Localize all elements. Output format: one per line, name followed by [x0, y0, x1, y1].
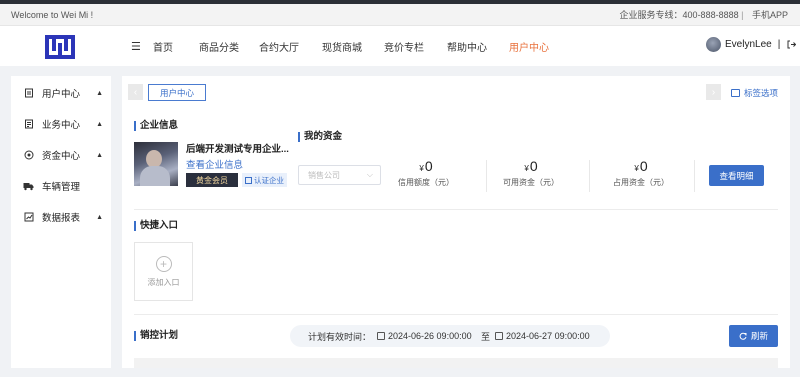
view-details-button[interactable]: 查看明细	[709, 165, 764, 186]
sidebar-item-business-center[interactable]: 业务中心 ▲	[23, 117, 103, 131]
available-funds-label: 可用资金（元）	[503, 178, 559, 187]
nav-item-home[interactable]: 首页	[153, 39, 199, 54]
company-info-title: 企业信息	[134, 121, 178, 131]
brand-logo[interactable]	[44, 34, 76, 60]
tab-prev-button[interactable]: ‹	[128, 84, 143, 100]
credit-limit-value: 0	[424, 158, 433, 174]
nav-item-bidding[interactable]: 竞价专栏	[384, 39, 447, 54]
sales-company-placeholder: 销售公司	[308, 170, 340, 180]
table-header-strip	[134, 358, 778, 368]
main-content: ‹ 用户中心 › 标签选项 企业信息 后端开发测试专用企业... 查看企业信息 …	[122, 76, 790, 368]
top-info-bar: Welcome to Wei Mi ! 企业服务专线：400-888-8888 …	[0, 4, 800, 26]
chevron-down-icon: ⌵	[366, 170, 373, 179]
mobile-app-link[interactable]: 手机APP	[752, 10, 788, 20]
tab-user-center[interactable]: 用户中心	[148, 84, 206, 101]
credit-limit: ¥0 信用额度（元）	[386, 158, 466, 188]
nav-item-contract-hall[interactable]: 合约大厅	[259, 39, 322, 54]
quick-access-title: 快捷入口	[134, 221, 178, 231]
sidebar-item-funds-center[interactable]: 资金中心 ▲	[23, 148, 103, 162]
service-hotline: 企业服务专线：400-888-8888	[619, 10, 739, 20]
business-icon	[23, 119, 34, 130]
main-navbar: ☰ 首页 商品分类 合约大厅 现货商城 竞价专栏 帮助中心 用户中心 Evely…	[0, 26, 800, 66]
occupied-funds-label: 占用资金（元）	[613, 178, 669, 187]
nav-item-spot-mall[interactable]: 现货商城	[322, 39, 384, 54]
avatar[interactable]	[706, 37, 721, 52]
chart-icon	[23, 212, 34, 223]
sidebar-item-data-reports[interactable]: 数据报表 ▲	[23, 210, 103, 224]
nav-item-help[interactable]: 帮助中心	[447, 39, 509, 54]
company-name: 后端开发测试专用企业...	[186, 144, 289, 155]
tab-options-button[interactable]: 标签选项	[730, 87, 778, 99]
end-date-picker[interactable]: 2024-06-27 09:00:00	[495, 331, 596, 341]
plus-icon: +	[155, 255, 172, 272]
certified-badge: 认证企业	[242, 173, 287, 187]
sidebar: 用户中心 ▲ 业务中心 ▲ 资金中心 ▲ 车辆管理 数据报表 ▲	[11, 76, 111, 368]
divider	[486, 160, 487, 192]
add-shortcut-label: 添加入口	[147, 277, 180, 287]
view-company-info-link[interactable]: 查看企业信息	[186, 157, 243, 171]
start-date-value[interactable]: 2024-06-26 09:00:00	[388, 331, 478, 341]
menu-icon[interactable]: ☰	[131, 40, 141, 53]
occupied-funds-value: 0	[639, 158, 648, 174]
nav-menu: 首页 商品分类 合约大厅 现货商城 竞价专栏 帮助中心 用户中心	[153, 39, 549, 54]
username[interactable]: EvelynLee	[725, 39, 772, 50]
sales-plan-title: 销控计划	[134, 331, 178, 341]
chevron-up-icon[interactable]: ▲	[96, 121, 103, 128]
tab-next-button[interactable]: ›	[706, 84, 721, 100]
tab-bar: ‹ 用户中心 › 标签选项	[128, 84, 778, 102]
truck-icon	[23, 181, 34, 192]
refresh-button[interactable]: 刷新	[729, 325, 778, 347]
user-separator: |	[777, 39, 781, 50]
currency-symbol: ¥	[634, 164, 639, 173]
credit-limit-label: 信用额度（元）	[398, 178, 454, 187]
sidebar-item-label: 业务中心	[42, 120, 81, 131]
company-image	[134, 142, 178, 186]
period-to-label: 至	[481, 331, 491, 342]
add-shortcut-button[interactable]: + 添加入口	[134, 242, 193, 301]
my-funds-title: 我的资金	[298, 132, 342, 142]
user-menu[interactable]: EvelynLee |	[706, 37, 797, 52]
nav-item-categories[interactable]: 商品分类	[199, 39, 259, 54]
sidebar-item-label: 用户中心	[42, 89, 81, 100]
calendar-icon	[377, 332, 386, 340]
divider	[589, 160, 590, 192]
divider	[694, 160, 695, 192]
sales-company-select[interactable]: 销售公司 ⌵	[298, 165, 381, 185]
tab-options-label: 标签选项	[743, 88, 778, 98]
currency-symbol: ¥	[419, 164, 424, 173]
available-funds: ¥0 可用资金（元）	[491, 158, 571, 188]
sidebar-item-vehicle-management[interactable]: 车辆管理	[23, 179, 103, 193]
section-divider	[134, 209, 778, 210]
occupied-funds: ¥0 占用资金（元）	[601, 158, 681, 188]
sidebar-item-user-center[interactable]: 用户中心 ▲	[23, 86, 103, 100]
gold-member-badge: 黄金会员	[186, 173, 238, 187]
funds-icon	[23, 150, 34, 161]
chevron-up-icon[interactable]: ▲	[96, 90, 103, 97]
logout-icon[interactable]	[787, 40, 797, 49]
user-doc-icon	[23, 88, 34, 99]
welcome-text: Welcome to Wei Mi !	[11, 9, 94, 20]
currency-symbol: ¥	[524, 164, 529, 173]
section-divider	[134, 314, 778, 315]
available-funds-value: 0	[529, 158, 538, 174]
sidebar-item-label: 数据报表	[42, 213, 81, 224]
tab-options-icon	[730, 89, 740, 97]
certified-label: 认证企业	[254, 175, 284, 185]
topbar-separator: |	[741, 10, 744, 20]
topbar-right: 企业服务专线：400-888-8888 | 手机APP	[620, 8, 788, 21]
refresh-icon	[739, 332, 747, 340]
sidebar-item-label: 资金中心	[42, 151, 81, 162]
end-date-value[interactable]: 2024-06-27 09:00:00	[506, 331, 596, 341]
sidebar-item-label: 车辆管理	[42, 182, 81, 193]
certified-icon	[245, 176, 252, 184]
chevron-up-icon[interactable]: ▲	[96, 214, 103, 221]
refresh-label: 刷新	[750, 331, 768, 341]
start-date-picker[interactable]: 2024-06-26 09:00:00	[377, 331, 478, 341]
calendar-icon	[495, 332, 504, 340]
chevron-up-icon[interactable]: ▲	[96, 152, 103, 159]
period-label: 计划有效时间：	[308, 331, 372, 342]
nav-item-user-center[interactable]: 用户中心	[509, 39, 549, 54]
plan-period: 计划有效时间： 2024-06-26 09:00:00 至 2024-06-27…	[290, 325, 610, 347]
